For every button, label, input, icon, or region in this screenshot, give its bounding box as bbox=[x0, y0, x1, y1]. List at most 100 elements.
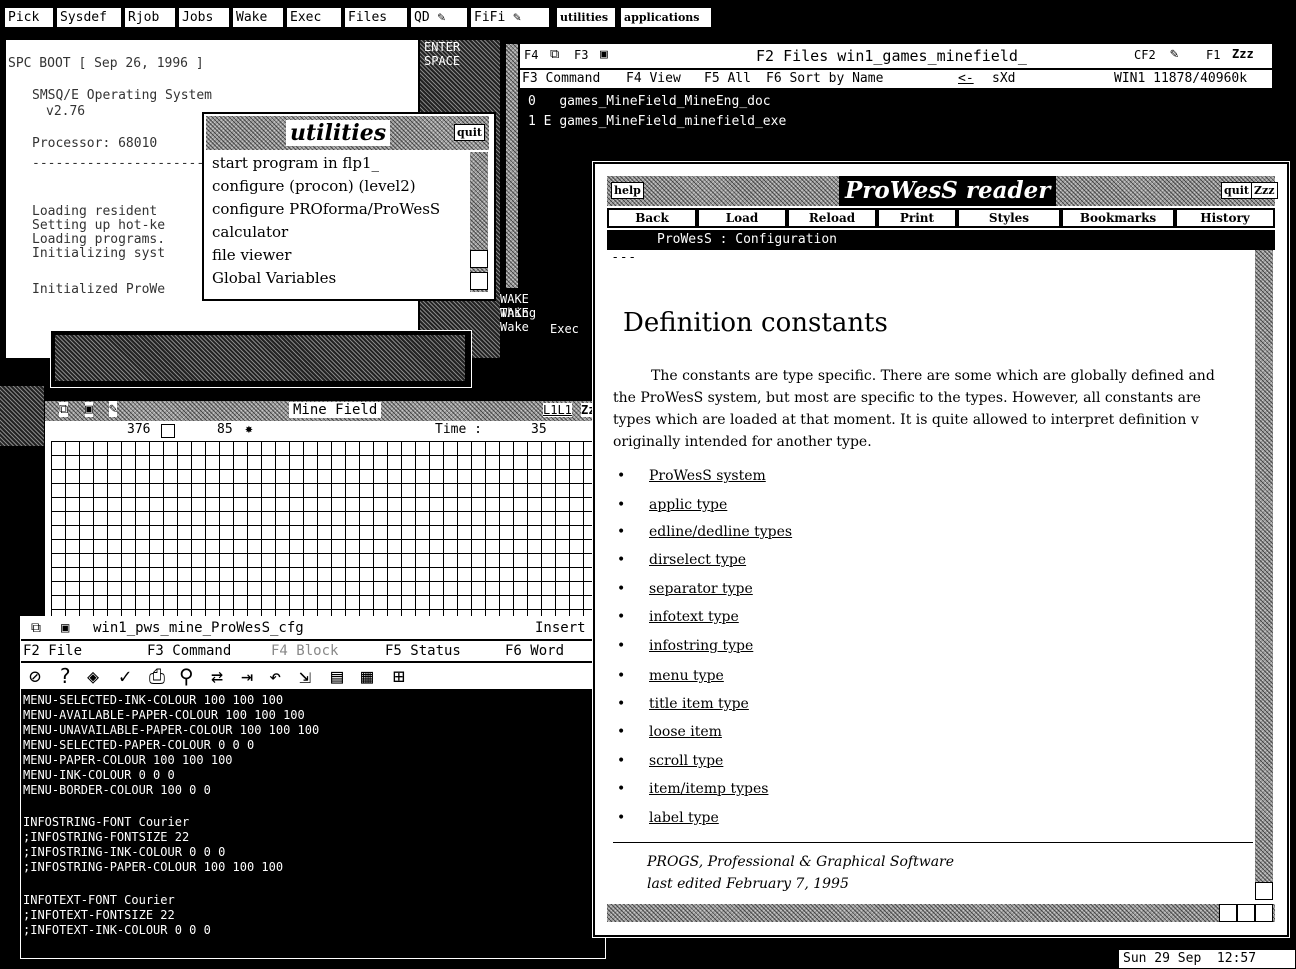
undo-icon[interactable]: ↶ bbox=[269, 664, 281, 688]
topbar-utilities[interactable]: utilities bbox=[556, 7, 616, 28]
scroll-button[interactable] bbox=[470, 250, 488, 268]
menu-item-configure-procon[interactable]: configure (procon) (level2) bbox=[212, 177, 416, 195]
f4-key[interactable]: F4 bbox=[524, 48, 539, 62]
scroll-button[interactable] bbox=[1255, 904, 1273, 922]
link-edline-types[interactable]: edline/dedline types bbox=[649, 524, 792, 540]
copy-icon[interactable]: ◈ bbox=[87, 664, 99, 688]
file-list-item[interactable]: 0 games_MineField_MineEng_doc bbox=[528, 94, 771, 109]
f1-key[interactable]: F1 bbox=[1206, 48, 1221, 62]
paste-icon[interactable]: ✓ bbox=[119, 664, 131, 688]
search-icon[interactable]: ⚲ bbox=[179, 664, 194, 688]
save-icon[interactable]: ⊞ bbox=[393, 664, 405, 688]
menu-item-configure-proforma[interactable]: configure PROforma/ProWesS bbox=[212, 200, 440, 218]
scroll-button[interactable] bbox=[1237, 904, 1255, 922]
editor-text-area[interactable]: MENU-SELECTED-INK-COLOUR 100 100 100 MEN… bbox=[21, 693, 605, 957]
stop-icon[interactable]: ⊘ bbox=[29, 664, 41, 688]
link-prowess-system[interactable]: ProWesS system bbox=[649, 468, 766, 484]
link-applic-type[interactable]: applic type bbox=[649, 497, 727, 513]
resize-window-icon[interactable]: ▣ bbox=[85, 402, 93, 417]
quit-button[interactable]: quit bbox=[454, 124, 485, 141]
sleep-button[interactable]: Zzz bbox=[1232, 47, 1254, 61]
topbar-wake[interactable]: Wake bbox=[232, 7, 284, 28]
resize-window-icon[interactable]: ▣ bbox=[600, 47, 608, 62]
goto-icon[interactable]: ⇥ bbox=[241, 664, 253, 688]
topbar-sysdef[interactable]: Sysdef bbox=[56, 7, 122, 28]
minefield-grid[interactable] bbox=[51, 441, 599, 619]
link-menu-type[interactable]: menu type bbox=[649, 668, 724, 684]
minefield-window: ⧉ ▣ ✎ Mine Field L1L1 Zz 376 85 ✸ Time :… bbox=[44, 400, 606, 622]
trash-icon[interactable]: ▦ bbox=[361, 664, 373, 688]
scroll-button[interactable] bbox=[1219, 904, 1237, 922]
topbar-exec[interactable]: Exec bbox=[286, 7, 342, 28]
bullet: • bbox=[617, 781, 626, 797]
view-menu[interactable]: F4 View bbox=[626, 70, 681, 88]
move-window-icon[interactable]: ⧉ bbox=[31, 617, 41, 639]
link-title-item-type[interactable]: title item type bbox=[649, 696, 749, 712]
topbar-fifi[interactable]: FiFi ✎ bbox=[470, 7, 550, 28]
replace-icon[interactable]: ⇄ bbox=[211, 664, 223, 688]
styles-button[interactable]: Styles bbox=[959, 210, 1059, 226]
command-menu[interactable]: F3 Command bbox=[522, 70, 600, 88]
cf2-key[interactable]: CF2 bbox=[1134, 48, 1156, 62]
boot-line: Initializing syst bbox=[32, 246, 166, 261]
print-icon[interactable]: ⎙ bbox=[149, 664, 165, 688]
exit-icon[interactable]: ⇲ bbox=[299, 664, 311, 688]
move-window-icon[interactable]: ⧉ bbox=[550, 47, 560, 62]
reload-button[interactable]: Reload bbox=[789, 210, 875, 226]
link-dirselect-type[interactable]: dirselect type bbox=[649, 552, 746, 568]
utilities-title: utilities bbox=[286, 120, 391, 146]
link-infotext-type[interactable]: infotext type bbox=[649, 609, 739, 625]
back-button[interactable]: Back bbox=[609, 210, 695, 226]
reader-vertical-scrollbar[interactable] bbox=[1255, 250, 1273, 900]
pen-icon[interactable]: ✎ bbox=[1170, 46, 1179, 62]
topbar-rjob[interactable]: Rjob bbox=[124, 7, 176, 28]
clipboard-icon[interactable]: ▤ bbox=[331, 664, 343, 688]
pen-icon[interactable]: ✎ bbox=[109, 401, 118, 417]
bullet: • bbox=[617, 609, 626, 625]
utilities-scrollbar[interactable] bbox=[470, 152, 488, 292]
link-item-itemp-types[interactable]: item/itemp types bbox=[649, 781, 768, 797]
quit-button[interactable]: quit bbox=[1221, 182, 1252, 199]
topbar-applications[interactable]: applications bbox=[620, 7, 712, 28]
bookmarks-button[interactable]: Bookmarks bbox=[1063, 210, 1173, 226]
reader-horizontal-scrollbar[interactable] bbox=[607, 904, 1275, 922]
link-label-type[interactable]: label type bbox=[649, 810, 719, 826]
topbar-files[interactable]: Files bbox=[344, 7, 408, 28]
block-menu[interactable]: F4 Block bbox=[271, 641, 338, 661]
word-menu[interactable]: F6 Word bbox=[505, 641, 564, 661]
menu-item-global-variables[interactable]: Global Variables bbox=[212, 269, 336, 287]
exec-label[interactable]: Exec bbox=[550, 322, 579, 336]
file-menu[interactable]: F2 File bbox=[23, 641, 82, 661]
menu-item-file-viewer[interactable]: file viewer bbox=[212, 246, 291, 264]
sort-menu[interactable]: F6 Sort by Name bbox=[766, 70, 883, 88]
scroll-button[interactable] bbox=[1255, 882, 1273, 900]
file-list-item[interactable]: 1 E games_MineField_minefield_exe bbox=[528, 114, 786, 129]
link-separator-type[interactable]: separator type bbox=[649, 581, 753, 597]
history-button[interactable]: History bbox=[1177, 210, 1273, 226]
status-menu[interactable]: F5 Status bbox=[385, 641, 461, 661]
topbar-qd[interactable]: QD ✎ bbox=[410, 7, 468, 28]
link-infostring-type[interactable]: infostring type bbox=[649, 638, 753, 654]
link-loose-item[interactable]: loose item bbox=[649, 724, 722, 740]
load-button[interactable]: Load bbox=[699, 210, 785, 226]
command-menu[interactable]: F3 Command bbox=[147, 641, 231, 661]
sxd-button[interactable]: sXd bbox=[992, 70, 1015, 88]
scroll-button[interactable] bbox=[470, 272, 488, 290]
help-icon[interactable]: ? bbox=[59, 664, 71, 688]
link-scroll-type[interactable]: scroll type bbox=[649, 753, 723, 769]
f3-key[interactable]: F3 bbox=[574, 48, 589, 62]
resize-window-icon[interactable]: ▣ bbox=[61, 617, 69, 639]
enter-key-label: ENTER bbox=[424, 40, 461, 54]
back-arrow-button[interactable]: <- bbox=[958, 70, 974, 88]
topbar-pick[interactable]: Pick bbox=[4, 7, 54, 28]
level-button[interactable]: L1L1 bbox=[543, 403, 572, 417]
sleep-button[interactable]: Zzz bbox=[1251, 182, 1278, 199]
move-window-icon[interactable]: ⧉ bbox=[59, 402, 69, 417]
menu-item-calculator[interactable]: calculator bbox=[212, 223, 288, 241]
menu-item-start-program[interactable]: start program in flp1_ bbox=[212, 154, 379, 172]
wake-wake-label[interactable]: WAKE Wake bbox=[500, 306, 529, 334]
topbar-jobs[interactable]: Jobs bbox=[178, 7, 230, 28]
help-button[interactable]: help bbox=[611, 182, 644, 199]
print-button[interactable]: Print bbox=[879, 210, 955, 226]
all-menu[interactable]: F5 All bbox=[704, 70, 751, 88]
